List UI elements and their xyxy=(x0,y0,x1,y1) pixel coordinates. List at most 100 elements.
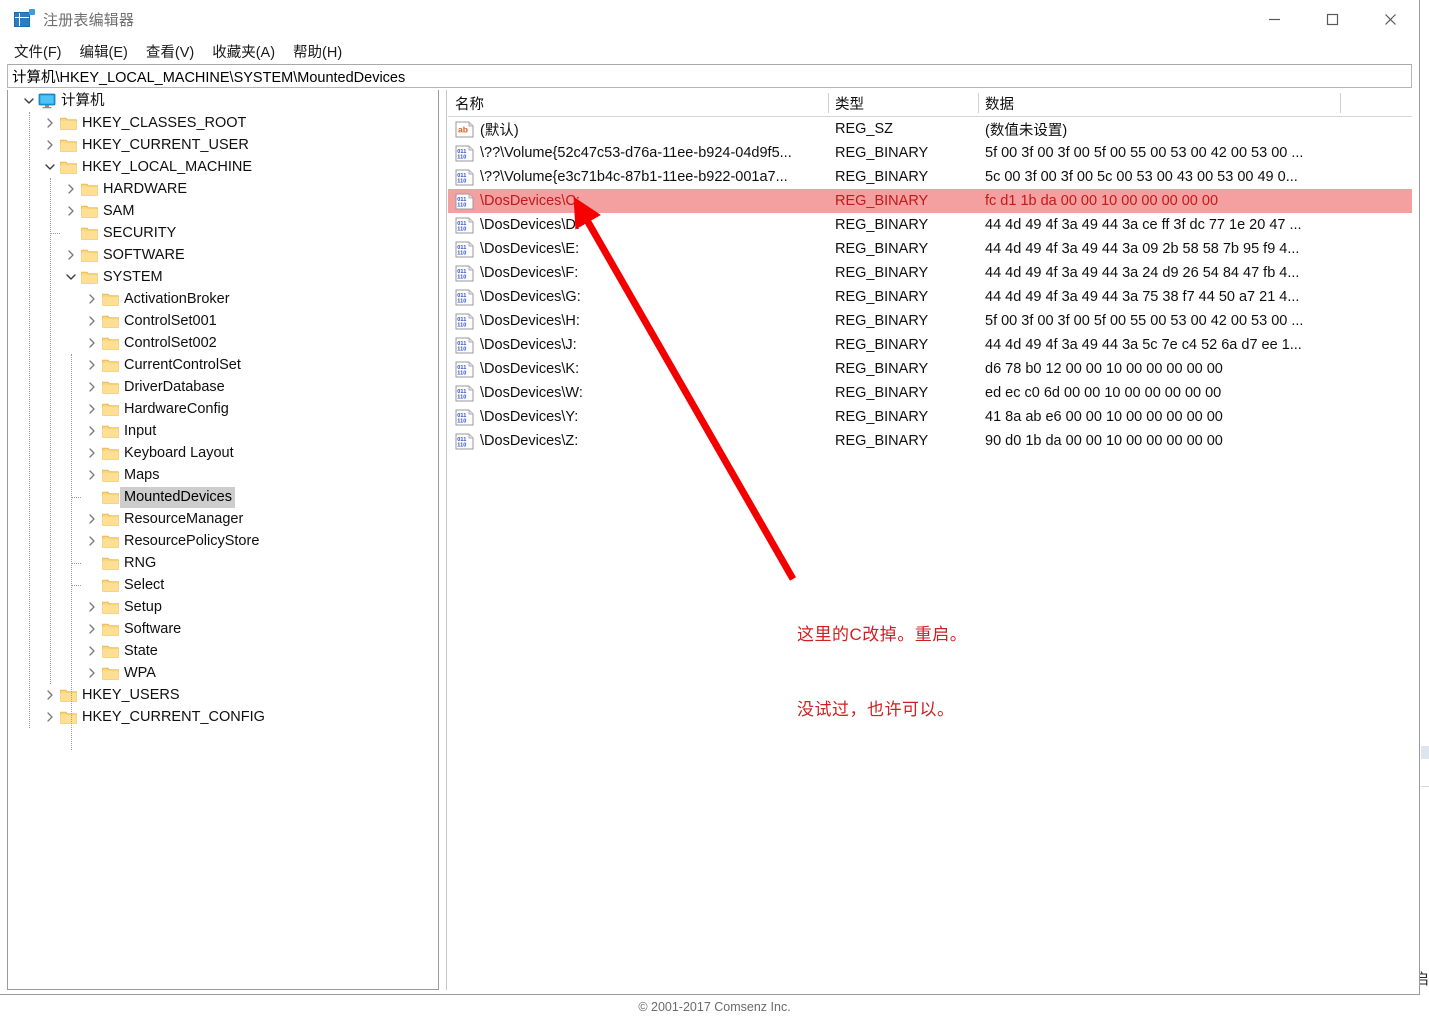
close-icon[interactable] xyxy=(1361,0,1419,38)
maximize-icon[interactable] xyxy=(1303,0,1361,38)
chevron-right-icon[interactable] xyxy=(84,596,100,618)
tree-item-hardwareconfig[interactable]: HardwareConfig xyxy=(8,398,438,420)
tree-item-hkey-users[interactable]: HKEY_USERS xyxy=(8,684,438,706)
value-row[interactable]: ab (默认) REG_SZ (数值未设置) xyxy=(448,117,1412,141)
column-separator[interactable] xyxy=(828,93,829,113)
tree-item-keyboard-layout[interactable]: Keyboard Layout xyxy=(8,442,438,464)
list-column-headers: 名称 类型 数据 xyxy=(448,90,1412,117)
minimize-icon[interactable] xyxy=(1245,0,1303,38)
tree-item-state[interactable]: State xyxy=(8,640,438,662)
tree-scrollbar-track[interactable] xyxy=(439,90,447,990)
chevron-right-icon[interactable] xyxy=(84,508,100,530)
chevron-right-icon[interactable] xyxy=(63,244,79,266)
tree-item-controlset001[interactable]: ControlSet001 xyxy=(8,310,438,332)
tree-item-label: ResourceManager xyxy=(124,510,244,527)
tree-item-wpa[interactable]: WPA xyxy=(8,662,438,684)
value-row[interactable]: 011 110 \DosDevices\Z: REG_BINARY 90 d0 1b d… xyxy=(448,429,1412,453)
tree-item-hkey-current-user[interactable]: HKEY_CURRENT_USER xyxy=(8,134,438,156)
value-row[interactable]: 011 110 \DosDevices\C: REG_BINARY fc d1 1b d… xyxy=(448,189,1412,213)
tree-item-label: ActivationBroker xyxy=(124,290,230,307)
tree-item-sam[interactable]: SAM xyxy=(8,200,438,222)
chevron-right-icon[interactable] xyxy=(84,332,100,354)
column-separator[interactable] xyxy=(1340,93,1341,113)
value-row[interactable]: 011 110 \??\Volume{52c47c53-d76a-11ee-b924… xyxy=(448,141,1412,165)
tree-item-software[interactable]: SOFTWARE xyxy=(8,244,438,266)
tree-item-hkey-local-machine[interactable]: HKEY_LOCAL_MACHINE xyxy=(8,156,438,178)
chevron-right-icon[interactable] xyxy=(84,288,100,310)
tree-item-controlset002[interactable]: ControlSet002 xyxy=(8,332,438,354)
folder-icon xyxy=(100,420,120,442)
chevron-down-icon[interactable] xyxy=(42,156,58,178)
tree-item-label: State xyxy=(124,642,158,659)
value-data-cell: 44 4d 49 4f 3a 49 44 3a 09 2b 58 58 7b 9… xyxy=(985,241,1300,257)
column-data[interactable]: 数据 xyxy=(978,90,1412,116)
chevron-right-icon[interactable] xyxy=(63,178,79,200)
tree-item-hkey-classes-root[interactable]: HKEY_CLASSES_ROOT xyxy=(8,112,438,134)
value-row[interactable]: 011 110 \DosDevices\K: REG_BINARY d6 78 b0 1… xyxy=(448,357,1412,381)
value-row[interactable]: 011 110 \DosDevices\Y: REG_BINARY 41 8a ab e… xyxy=(448,405,1412,429)
registry-values-pane[interactable]: 名称 类型 数据 ab (默认) REG_SZ (数值未设置) 011 110 \??\Volu… xyxy=(448,90,1412,990)
value-row[interactable]: 011 110 \DosDevices\W: REG_BINARY ed ec c0 6… xyxy=(448,381,1412,405)
tree-item-resourcepolicystore[interactable]: ResourcePolicyStore xyxy=(8,530,438,552)
tree-item-activationbroker[interactable]: ActivationBroker xyxy=(8,288,438,310)
value-name-text: \DosDevices\E: xyxy=(480,241,580,257)
tree-item--[interactable]: 计算机 xyxy=(8,90,438,112)
tree-item-hkey-current-config[interactable]: HKEY_CURRENT_CONFIG xyxy=(8,706,438,728)
tree-item-setup[interactable]: Setup xyxy=(8,596,438,618)
chevron-right-icon[interactable] xyxy=(84,398,100,420)
chevron-right-icon[interactable] xyxy=(84,376,100,398)
chevron-down-icon[interactable] xyxy=(21,90,37,112)
column-name[interactable]: 名称 xyxy=(448,90,828,116)
registry-tree-pane[interactable]: 计算机 HKEY_CLASSES_ROOT HKEY_CURRENT_USER HKE… xyxy=(7,90,439,990)
tree-item-label: Setup xyxy=(124,598,162,615)
chevron-down-icon[interactable] xyxy=(63,266,79,288)
address-bar[interactable]: 计算机\HKEY_LOCAL_MACHINE\SYSTEM\MountedDev… xyxy=(7,64,1412,88)
value-row[interactable]: 011 110 \DosDevices\F: REG_BINARY 44 4d 49 4… xyxy=(448,261,1412,285)
value-row[interactable]: 011 110 \DosDevices\G: REG_BINARY 44 4d 49 4… xyxy=(448,285,1412,309)
chevron-right-icon[interactable] xyxy=(84,310,100,332)
chevron-right-icon[interactable] xyxy=(42,134,58,156)
chevron-right-icon[interactable] xyxy=(84,662,100,684)
tree-item-system[interactable]: SYSTEM xyxy=(8,266,438,288)
value-row[interactable]: 011 110 \??\Volume{e3c71b4c-87b1-11ee-b922… xyxy=(448,165,1412,189)
chevron-right-icon[interactable] xyxy=(84,420,100,442)
chevron-right-icon[interactable] xyxy=(84,530,100,552)
value-type-cell: REG_SZ xyxy=(835,121,894,137)
value-name-cell: 011 110 \DosDevices\K: xyxy=(455,357,827,381)
value-row[interactable]: 011 110 \DosDevices\H: REG_BINARY 5f 00 3f 0… xyxy=(448,309,1412,333)
chevron-right-icon[interactable] xyxy=(84,640,100,662)
value-name-text: \DosDevices\W: xyxy=(480,385,583,401)
tree-item-resourcemanager[interactable]: ResourceManager xyxy=(8,508,438,530)
tree-item-label: MountedDevices xyxy=(120,486,235,508)
chevron-right-icon[interactable] xyxy=(84,464,100,486)
chevron-right-icon[interactable] xyxy=(42,112,58,134)
column-type[interactable]: 类型 xyxy=(828,90,978,116)
chevron-right-icon[interactable] xyxy=(84,618,100,640)
value-row[interactable]: 011 110 \DosDevices\E: REG_BINARY 44 4d 49 4… xyxy=(448,237,1412,261)
tree-item-driverdatabase[interactable]: DriverDatabase xyxy=(8,376,438,398)
tree-item-hardware[interactable]: HARDWARE xyxy=(8,178,438,200)
binary-value-icon: 011 110 xyxy=(455,289,474,306)
menu-edit[interactable]: 编辑(E) xyxy=(78,40,130,63)
menu-favorites[interactable]: 收藏夹(A) xyxy=(210,40,277,63)
menu-view[interactable]: 查看(V) xyxy=(144,40,196,63)
column-separator[interactable] xyxy=(978,93,979,113)
menu-help[interactable]: 帮助(H) xyxy=(291,40,344,63)
chevron-right-icon[interactable] xyxy=(84,442,100,464)
background-divider-line xyxy=(1421,786,1429,787)
menu-file[interactable]: 文件(F) xyxy=(12,40,64,63)
folder-icon xyxy=(79,200,99,222)
tree-item-security[interactable]: SECURITY xyxy=(8,222,438,244)
tree-item-maps[interactable]: Maps xyxy=(8,464,438,486)
value-row[interactable]: 011 110 \DosDevices\J: REG_BINARY 44 4d 49 4… xyxy=(448,333,1412,357)
value-row[interactable]: 011 110 \DosDevices\D: REG_BINARY 44 4d 49 4… xyxy=(448,213,1412,237)
chevron-right-icon[interactable] xyxy=(42,684,58,706)
chevron-right-icon[interactable] xyxy=(42,706,58,728)
chevron-right-icon[interactable] xyxy=(84,354,100,376)
tree-item-currentcontrolset[interactable]: CurrentControlSet xyxy=(8,354,438,376)
tree-guide-tick xyxy=(50,233,60,234)
folder-icon xyxy=(100,596,120,618)
tree-item-software[interactable]: Software xyxy=(8,618,438,640)
chevron-right-icon[interactable] xyxy=(63,200,79,222)
tree-item-input[interactable]: Input xyxy=(8,420,438,442)
